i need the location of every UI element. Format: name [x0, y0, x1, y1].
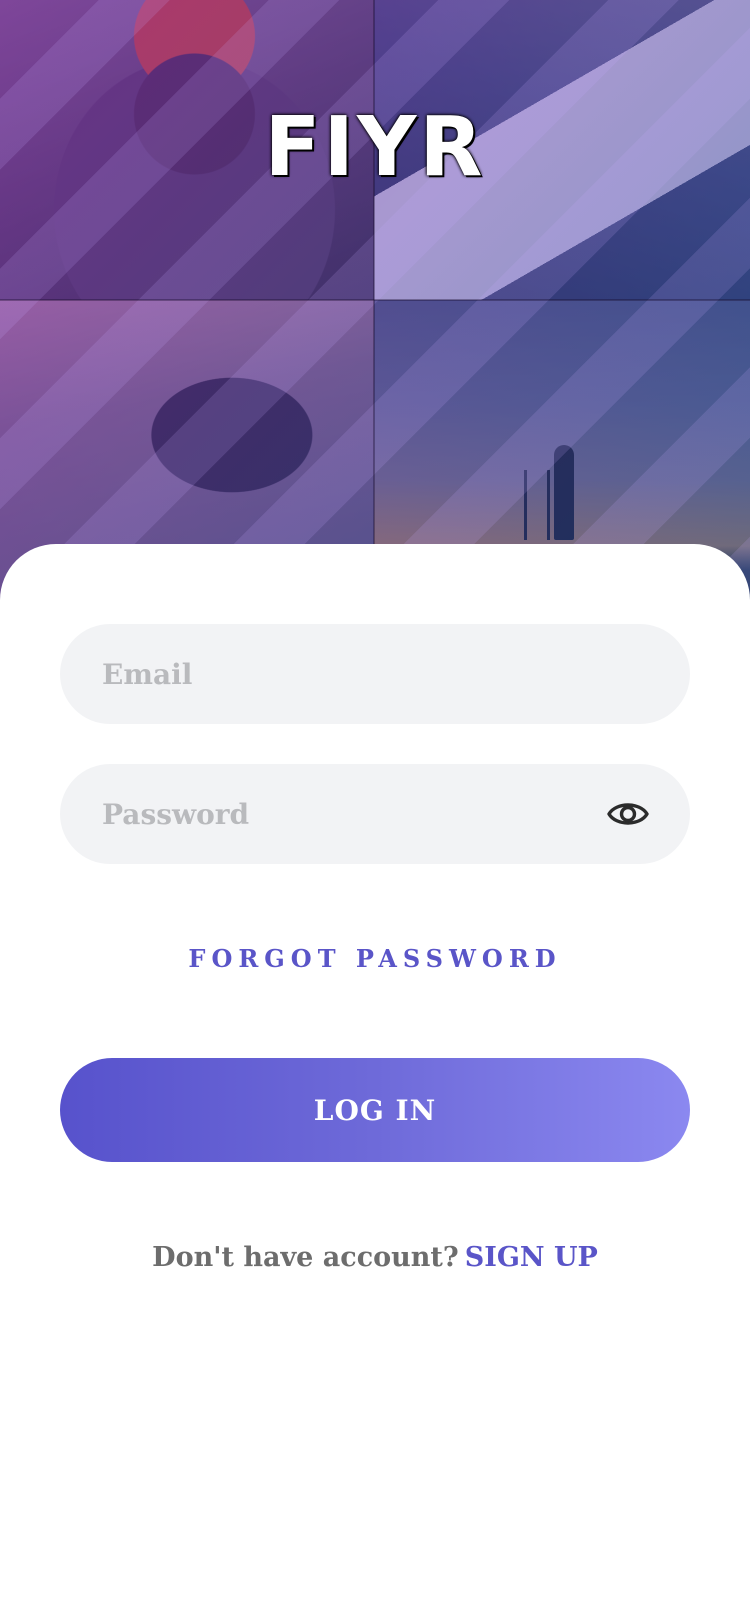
app-logo: FIYR: [264, 100, 486, 195]
login-screen: FIYR FORGOT PASSWORD LOG IN Don't have a…: [0, 0, 750, 1624]
eye-icon[interactable]: [606, 794, 650, 834]
email-input[interactable]: [100, 624, 600, 724]
signup-link[interactable]: SIGN UP: [465, 1242, 598, 1273]
email-field-container: [60, 624, 690, 724]
hero-banner: FIYR: [0, 0, 750, 600]
signup-row: Don't have account? SIGN UP: [0, 1242, 750, 1273]
password-input[interactable]: [100, 764, 600, 864]
forgot-password-link[interactable]: FORGOT PASSWORD: [0, 944, 750, 973]
login-card: FORGOT PASSWORD LOG IN Don't have accoun…: [0, 544, 750, 1624]
password-field-container: [60, 764, 690, 864]
login-button[interactable]: LOG IN: [60, 1058, 690, 1162]
signup-prompt-text: Don't have account?: [152, 1242, 459, 1273]
hero-divider-horizontal: [0, 299, 750, 301]
